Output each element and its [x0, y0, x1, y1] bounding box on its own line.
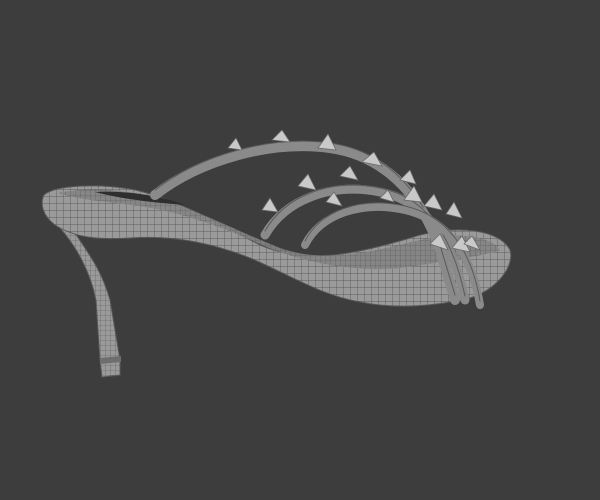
heel [59, 224, 121, 378]
3d-viewport[interactable] [0, 0, 600, 500]
model-render [41, 129, 512, 378]
